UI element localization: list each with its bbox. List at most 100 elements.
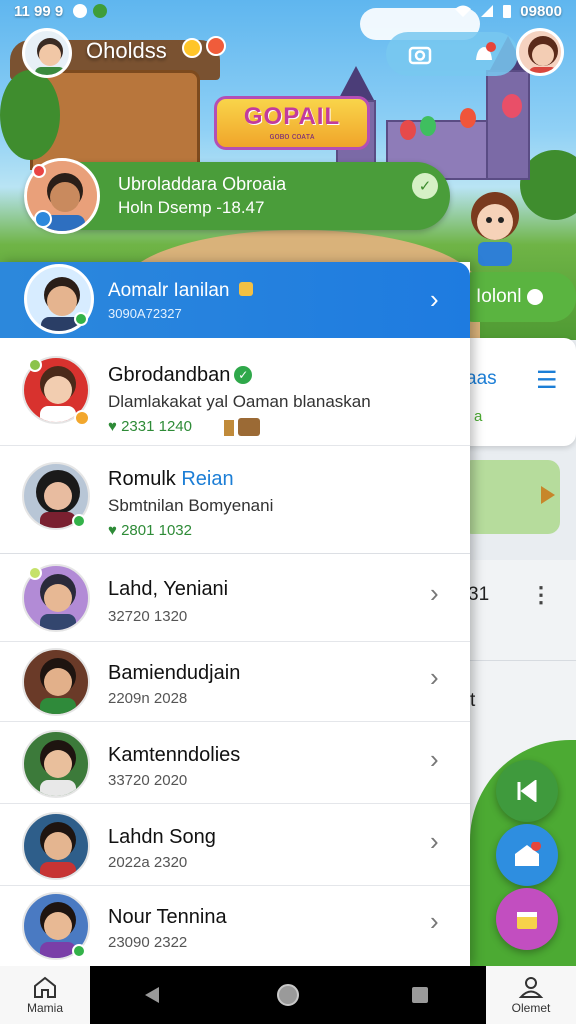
app-header: Oholdss — [0, 24, 576, 82]
list-item[interactable]: Gbrodandban ✓ Dlamlakakat yal Oaman blana… — [0, 338, 470, 446]
more-options-icon[interactable]: ⋮ — [530, 582, 552, 608]
gift-fab[interactable] — [496, 888, 558, 950]
contact-name: Kamtenndolies — [108, 744, 241, 766]
list-item[interactable]: Lahd, Yeniani 32720 1320 › — [0, 554, 470, 642]
contact-avatar — [22, 812, 90, 880]
camera-button[interactable] — [402, 36, 438, 72]
notification-icon — [73, 4, 88, 18]
notifications-button[interactable] — [466, 36, 502, 72]
skip-icon — [517, 780, 537, 802]
drawer-user-id: 3090A72327 — [108, 306, 182, 321]
contact-name: Nour Tennina — [108, 906, 227, 928]
list-item[interactable]: Romulk Reian Sbmtnilan Bomyenani ♥ 2801 … — [0, 446, 470, 554]
contact-name: Bamiendudjain — [108, 662, 241, 684]
status-right-text: 09800 — [520, 2, 562, 20]
app-title: Oholdss — [86, 38, 167, 63]
chevron-right-icon[interactable]: › — [430, 578, 439, 609]
contact-name: Romulk Reian — [108, 468, 234, 490]
heart-icon: ♥ — [108, 418, 117, 435]
menu-icon[interactable]: ☰ — [536, 366, 558, 395]
recents-square-icon — [412, 987, 428, 1003]
balloon — [460, 108, 476, 128]
status-badge — [28, 566, 42, 580]
crown-icon — [238, 282, 253, 296]
list-item[interactable]: Bamiendudjain 2209n 2028 › — [0, 642, 470, 722]
contact-meta: ♥ 2801 1032 — [108, 522, 192, 539]
nav-profile[interactable]: Olemet — [486, 966, 576, 1024]
star-badge-icon — [182, 38, 202, 58]
system-home-button[interactable] — [258, 966, 318, 1024]
list-item[interactable]: Lahdn Song 2022a 2320 › — [0, 804, 470, 886]
home-fab[interactable] — [496, 824, 558, 886]
online-status-icon — [72, 944, 86, 958]
online-status-icon — [74, 312, 88, 326]
battery-icon — [503, 5, 512, 18]
featured-contact-card[interactable]: Ubroladdara Obroaia Holn Dsemp -18.47 ✓ — [24, 158, 450, 234]
play-fab[interactable] — [496, 760, 558, 822]
contact-avatar — [22, 648, 90, 716]
status-bar: 11 99 9 09800 — [0, 0, 576, 22]
contact-message: Dlamlakakat yal Oaman blanaskan — [108, 392, 371, 411]
home-icon — [34, 976, 56, 998]
contact-avatar — [22, 730, 90, 798]
girl-character — [471, 192, 519, 266]
heart-icon: ♥ — [108, 522, 117, 539]
drawer-user-name: Aomalr Ianilan — [108, 280, 253, 302]
contact-name: Lahd, Yeniani — [108, 578, 229, 600]
featured-contact-subtitle: Holn Dsemp -18.47 — [118, 198, 265, 217]
back-triangle-icon — [145, 987, 159, 1003]
app-notification-icon — [93, 4, 108, 18]
bell-icon — [476, 42, 496, 60]
chevron-right-icon[interactable]: › — [430, 744, 439, 775]
balloon — [400, 120, 416, 140]
unread-badge — [32, 164, 46, 178]
chest-icon — [222, 414, 262, 436]
camera-icon — [408, 46, 432, 65]
profile-avatar[interactable] — [516, 28, 564, 76]
bottom-navigation: Mamia Olemet — [0, 966, 576, 1024]
gift-icon — [517, 912, 537, 929]
background-green-card[interactable] — [460, 460, 560, 534]
chevron-right-icon[interactable]: › — [430, 906, 439, 937]
contact-meta: 2209n 2028 — [108, 690, 188, 707]
alert-badge-icon — [206, 36, 226, 56]
status-time: 11 99 9 — [14, 2, 64, 20]
chevron-right-icon[interactable]: › — [430, 662, 439, 693]
contact-name: Gbrodandban ✓ — [108, 364, 253, 387]
contacts-drawer: Aomalr Ianilan 3090A72327 › Gbrodandban ✓… — [0, 262, 470, 966]
balloon — [420, 116, 436, 136]
check-icon[interactable]: ✓ — [412, 173, 438, 199]
system-back-button[interactable] — [122, 966, 182, 1024]
user-avatar[interactable] — [22, 28, 72, 78]
arrow-icon — [541, 486, 555, 504]
chevron-right-icon[interactable]: › — [430, 826, 439, 857]
status-badge — [28, 358, 42, 372]
chevron-right-icon[interactable]: › — [430, 284, 439, 315]
pill-icon — [527, 289, 544, 305]
balloon — [502, 94, 522, 118]
verified-icon: ✓ — [234, 366, 253, 384]
contact-meta: 23090 2322 — [108, 934, 188, 951]
list-item[interactable]: Nour Tennina 23090 2322 › — [0, 886, 470, 966]
list-item[interactable]: Kamtenndolies 33720 2020 › — [0, 722, 470, 804]
contact-meta: 2022a 2320 — [108, 854, 188, 871]
contact-meta: 33720 2020 — [108, 772, 188, 789]
game-logo: GOPAIL ɢᴏʙᴏ ᴄᴏᴀᴛᴀ — [214, 96, 370, 150]
contact-meta: 32720 1320 — [108, 608, 188, 625]
wifi-icon — [455, 5, 472, 17]
system-recents-button[interactable] — [390, 966, 450, 1024]
signal-icon — [481, 5, 494, 17]
online-status-icon — [72, 514, 86, 528]
user-badge-icon — [34, 210, 52, 228]
home-circle-icon — [277, 984, 299, 1006]
contact-meta: ♥ 2331 1240 — [108, 418, 192, 435]
coin-badge-icon — [74, 410, 90, 426]
profile-icon — [518, 977, 544, 998]
contact-message: Sbmtnilan Bomyenani — [108, 496, 274, 515]
drawer-header[interactable]: Aomalr Ianilan 3090A72327 › — [0, 262, 470, 338]
featured-contact-name: Ubroladdara Obroaia — [118, 174, 287, 194]
contact-name: Lahdn Song — [108, 826, 216, 848]
house-icon — [515, 842, 541, 866]
nav-home[interactable]: Mamia — [0, 966, 90, 1024]
tree — [0, 70, 60, 160]
